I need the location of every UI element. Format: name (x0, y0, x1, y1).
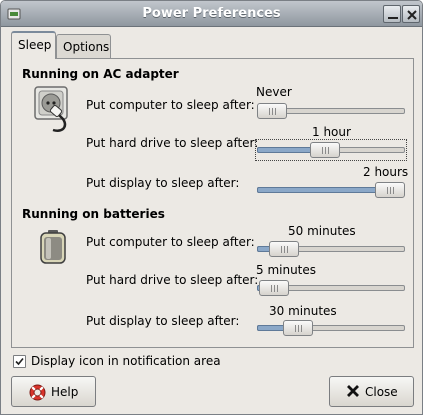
help-button[interactable]: Help (11, 376, 96, 407)
battery-section-heading: Running on batteries (22, 207, 165, 221)
power-plug-icon (33, 85, 73, 136)
ac-harddrive-sleep-label: Put hard drive to sleep after: (86, 136, 259, 150)
minimize-icon (388, 17, 398, 19)
window-title: Power Preferences (142, 6, 281, 21)
close-button[interactable]: Close (329, 376, 414, 407)
slider-thumb[interactable] (310, 142, 340, 158)
ac-computer-sleep-value: Never (256, 85, 292, 99)
help-button-label: Help (51, 385, 79, 399)
ac-harddrive-sleep-value: 1 hour (312, 125, 351, 139)
slider-thumb[interactable] (269, 241, 299, 257)
battery-display-sleep-label: Put display to sleep after: (86, 314, 240, 328)
battery-computer-sleep-label: Put computer to sleep after: (86, 235, 255, 249)
tab-options[interactable]: Options (56, 34, 111, 58)
notification-icon-label: Display icon in notification area (31, 354, 221, 368)
ac-display-sleep-label: Put display to sleep after: (86, 176, 240, 190)
ac-display-sleep-value: 2 hours (363, 165, 409, 179)
ac-computer-sleep-slider[interactable] (257, 102, 405, 120)
checkmark-icon (15, 357, 24, 366)
battery-display-sleep-value: 30 minutes (269, 304, 337, 318)
tab-sleep[interactable]: Sleep (11, 31, 56, 59)
slider-thumb[interactable] (257, 103, 287, 119)
notification-icon-checkbox[interactable] (13, 355, 26, 368)
battery-display-sleep-slider[interactable] (257, 319, 405, 337)
slider-thumb[interactable] (259, 280, 289, 296)
battery-computer-sleep-value: 50 minutes (288, 224, 356, 238)
ac-section-heading: Running on AC adapter (22, 67, 179, 81)
battery-computer-sleep-slider[interactable] (257, 240, 405, 258)
power-preferences-window: Power Preferences Sleep Options Running … (0, 0, 423, 415)
battery-harddrive-sleep-label: Put hard drive to sleep after: (86, 273, 259, 287)
close-x-icon (346, 384, 360, 401)
slider-thumb[interactable] (375, 182, 405, 198)
title-bar[interactable]: Power Preferences (1, 1, 422, 27)
ac-harddrive-sleep-slider[interactable] (255, 139, 407, 161)
slider-fill (257, 187, 390, 193)
battery-harddrive-sleep-value: 5 minutes (256, 263, 317, 277)
battery-icon (39, 229, 67, 268)
window-close-icon (407, 10, 417, 20)
close-button-label: Close (365, 385, 398, 399)
window-close-button[interactable] (402, 5, 420, 23)
help-lifebuoy-icon (29, 384, 46, 404)
minimize-button[interactable] (383, 5, 401, 23)
sleep-panel: Running on AC adapter Put computer to sl… (11, 58, 414, 348)
ac-computer-sleep-label: Put computer to sleep after: (86, 98, 255, 112)
ac-display-sleep-slider[interactable] (257, 181, 405, 199)
slider-thumb[interactable] (283, 320, 313, 336)
battery-harddrive-sleep-slider[interactable] (257, 279, 405, 297)
